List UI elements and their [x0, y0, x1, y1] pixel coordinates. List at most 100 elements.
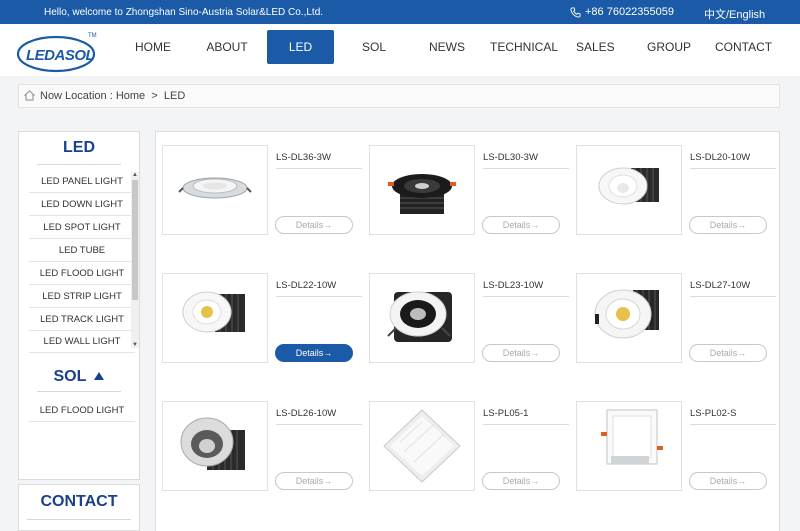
product-image[interactable] [369, 273, 475, 363]
product-name[interactable]: LS-DL30-3W [483, 152, 569, 169]
panel-light-icon [383, 409, 461, 483]
product-image[interactable] [576, 145, 682, 235]
product-card: LS-DL22-10W Details→ [162, 273, 362, 373]
details-button[interactable]: Details→ [689, 472, 767, 490]
product-image[interactable] [576, 273, 682, 363]
arrow-right-icon: → [530, 220, 540, 230]
scrollbar-thumb[interactable] [132, 180, 138, 300]
product-image[interactable] [576, 401, 682, 491]
product-grid: LS-DL36-3W Details→ LS-DL30-3W Details→ [155, 131, 780, 531]
details-label: Details [295, 348, 324, 358]
downlight-black-icon [388, 174, 456, 214]
triangle-up-icon [93, 372, 104, 380]
details-button[interactable]: Details→ [275, 216, 353, 234]
product-card: LS-PL05-1 Details→ [369, 401, 569, 501]
product-image[interactable] [162, 145, 268, 235]
details-button[interactable]: Details→ [689, 216, 767, 234]
product-card: LS-PL02-S Details→ [576, 401, 776, 501]
home-icon [24, 90, 35, 101]
sidebar-sol-heading[interactable]: SOL [19, 368, 139, 386]
details-button[interactable]: Details→ [275, 472, 353, 490]
product-name[interactable]: LS-DL20-10W [690, 152, 776, 169]
product-name[interactable]: LS-DL36-3W [276, 152, 362, 169]
details-label: Details [709, 220, 738, 230]
product-card: LS-DL30-3W Details→ [369, 145, 569, 245]
details-button[interactable]: Details→ [482, 472, 560, 490]
sidebar-item-led-wall-light[interactable]: LED WALL LIGHT [29, 331, 135, 353]
sidebar-sol-title: SOL [53, 368, 87, 385]
logo-text: LEDASOL [26, 47, 95, 64]
nav-group[interactable]: GROUP [646, 30, 692, 64]
details-button[interactable]: Details→ [275, 344, 353, 362]
nav-sales[interactable]: SALES [576, 30, 615, 64]
top-bar: Hello, welcome to Zhongshan Sino-Austria… [0, 0, 800, 24]
product-image[interactable] [369, 401, 475, 491]
sidebar-item-led-strip-light[interactable]: LED STRIP LIGHT [29, 286, 135, 308]
header: TM LEDASOL HOME ABOUT LED SOL NEWS TECHN… [0, 24, 800, 76]
arrow-right-icon: → [737, 348, 747, 358]
nav-home[interactable]: HOME [133, 30, 173, 64]
scroll-down-icon[interactable]: ▼ [131, 342, 139, 348]
details-button[interactable]: Details→ [482, 344, 560, 362]
details-label: Details [502, 220, 531, 230]
sidebar: LED LED PANEL LIGHT LED DOWN LIGHT LED S… [18, 131, 140, 480]
downlight-ring-icon [180, 417, 245, 470]
sidebar-divider [37, 164, 121, 165]
nav-led[interactable]: LED [267, 30, 334, 64]
arrow-right-icon: → [530, 476, 540, 486]
product-card: LS-DL20-10W Details→ [576, 145, 776, 245]
contact-divider [27, 519, 131, 520]
product-image[interactable] [369, 145, 475, 235]
details-button[interactable]: Details→ [482, 216, 560, 234]
details-label: Details [709, 348, 738, 358]
arrow-right-icon: → [323, 476, 333, 486]
product-card: LS-DL27-10W Details→ [576, 273, 776, 373]
product-image[interactable] [162, 273, 268, 363]
details-button[interactable]: Details→ [689, 344, 767, 362]
phone-text: +86 76022355059 [585, 6, 675, 18]
arrow-right-icon: → [323, 348, 333, 358]
product-name[interactable]: LS-DL23-10W [483, 280, 569, 297]
sidebar-scrollbar[interactable]: ▲ ▼ [131, 172, 139, 348]
sidebar-item-led-spot-light[interactable]: LED SPOT LIGHT [29, 217, 135, 239]
product-image[interactable] [162, 401, 268, 491]
sidebar-item-sol-flood-light[interactable]: LED FLOOD LIGHT [29, 400, 135, 422]
sidebar-item-led-tube[interactable]: LED TUBE [29, 240, 135, 262]
nav-sol[interactable]: SOL [358, 30, 390, 64]
trademark-text: TM [88, 33, 97, 39]
product-name[interactable]: LS-DL22-10W [276, 280, 362, 297]
scroll-up-icon[interactable]: ▲ [131, 172, 139, 178]
arrow-right-icon: → [323, 220, 333, 230]
breadcrumb-prefix: Now Location : [40, 90, 116, 102]
sidebar-item-led-track-light[interactable]: LED TRACK LIGHT [29, 309, 135, 331]
sidebar-divider [37, 391, 121, 392]
nav-news[interactable]: NEWS [427, 30, 467, 64]
nav-contact[interactable]: CONTACT [715, 30, 772, 64]
company-logo[interactable]: TM LEDASOL [16, 28, 102, 76]
details-label: Details [295, 220, 324, 230]
product-name[interactable]: LS-DL26-10W [276, 408, 362, 425]
arrow-right-icon: → [737, 476, 747, 486]
details-label: Details [709, 476, 738, 486]
sidebar-item-led-down-light[interactable]: LED DOWN LIGHT [29, 194, 135, 216]
arrow-right-icon: → [530, 348, 540, 358]
breadcrumb-home-link[interactable]: Home [116, 90, 145, 102]
product-card: LS-DL23-10W Details→ [369, 273, 569, 373]
nav-technical[interactable]: TECHNICAL [490, 30, 558, 64]
breadcrumb-current[interactable]: LED [164, 90, 185, 102]
nav-about[interactable]: ABOUT [204, 30, 250, 64]
product-name[interactable]: LS-DL27-10W [690, 280, 776, 297]
downlight-tilt-icon [594, 289, 659, 339]
downlight-white-icon [598, 167, 659, 205]
contact-title[interactable]: CONTACT [19, 493, 139, 511]
breadcrumb-separator: > [151, 90, 158, 102]
product-name[interactable]: LS-PL02-S [690, 408, 776, 425]
product-card: LS-DL26-10W Details→ [162, 401, 362, 501]
product-name[interactable]: LS-PL05-1 [483, 408, 569, 425]
sidebar-item-led-panel-light[interactable]: LED PANEL LIGHT [29, 171, 135, 193]
product-card: LS-DL36-3W Details→ [162, 145, 362, 245]
square-panel-icon [601, 409, 663, 465]
language-switch[interactable]: 中文/English [704, 6, 765, 22]
sidebar-led-title[interactable]: LED [19, 139, 139, 157]
sidebar-item-led-flood-light[interactable]: LED FLOOD LIGHT [29, 263, 135, 285]
